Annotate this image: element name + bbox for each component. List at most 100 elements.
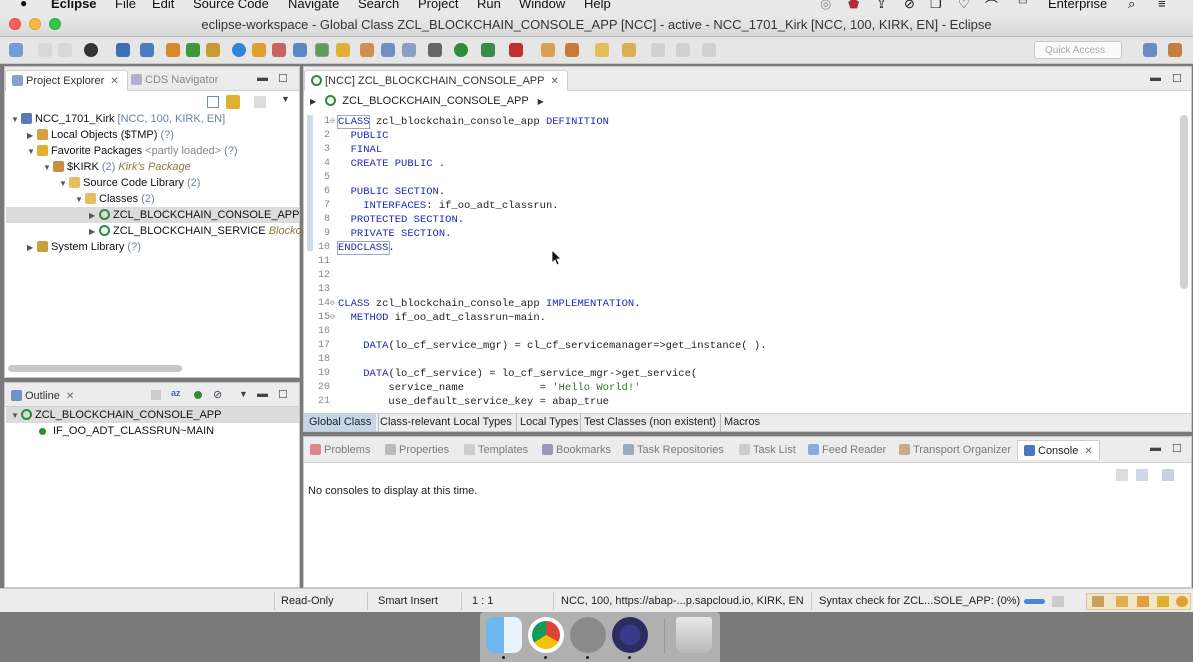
- tree-item-favorite-packages[interactable]: ▼ Favorite Packages <partly loaded> (?): [27, 143, 238, 159]
- code-line[interactable]: 15 ⊖ METHOD if_oo_adt_classrun~main.: [304, 311, 1177, 325]
- external-tools-icon[interactable]: [509, 43, 523, 57]
- block-icon[interactable]: ⊘: [904, 0, 915, 12]
- tab-test-classes[interactable]: Test Classes (non existent): [580, 414, 721, 431]
- code-line[interactable]: 12: [304, 269, 1177, 283]
- editor-breadcrumb[interactable]: ▶ ZCL_BLOCKCHAIN_CONSOLE_APP ▶: [310, 95, 544, 111]
- abap-project-icon[interactable]: [166, 43, 180, 57]
- twisty-open-icon[interactable]: ▼: [27, 144, 37, 160]
- tab-local-types[interactable]: Local Types: [516, 414, 584, 431]
- tree-item-local-objects[interactable]: ▶ Local Objects ($TMP) (?): [27, 127, 174, 143]
- format-icon[interactable]: [360, 43, 374, 57]
- twisty-closed-icon[interactable]: ▶: [27, 240, 37, 256]
- close-icon[interactable]: ✕: [1084, 446, 1092, 457]
- menu-window[interactable]: Window: [519, 0, 565, 11]
- vertical-scrollbar[interactable]: [1180, 115, 1188, 289]
- tab-cds-navigator[interactable]: CDS Navigator: [125, 70, 226, 91]
- user-icon[interactable]: [84, 43, 98, 57]
- where-used-icon[interactable]: [293, 43, 307, 57]
- link-icon[interactable]: [151, 390, 161, 400]
- maximize-icon[interactable]: ☐: [278, 388, 288, 401]
- check-icon[interactable]: [232, 43, 246, 57]
- filter-icon[interactable]: [254, 96, 266, 108]
- trim-icon-4[interactable]: [1157, 596, 1169, 607]
- tab-outline[interactable]: Outline ✕: [5, 386, 82, 407]
- abap-perspective-icon[interactable]: [1168, 43, 1182, 57]
- twisty-closed-icon[interactable]: ▶: [89, 224, 99, 240]
- maximize-icon[interactable]: ☐: [1172, 72, 1182, 85]
- system-preferences-icon[interactable]: [570, 617, 606, 653]
- next-annotation-icon[interactable]: [565, 43, 579, 57]
- battery-icon[interactable]: ▭: [1018, 0, 1027, 7]
- code-line[interactable]: 8 PROTECTED SECTION.: [304, 213, 1177, 227]
- trim-icon-3[interactable]: [1137, 596, 1149, 607]
- save-icon[interactable]: [38, 43, 52, 57]
- code-editor[interactable]: 1 ⊖ CLASS zcl_blockchain_console_app DEFIN…: [304, 115, 1177, 415]
- maximize-icon[interactable]: ☐: [278, 72, 288, 85]
- minimize-icon[interactable]: ▬: [1150, 442, 1161, 454]
- code-line[interactable]: 9 PRIVATE SECTION.: [304, 227, 1177, 241]
- code-line[interactable]: 16: [304, 325, 1177, 339]
- outline-item-class[interactable]: ▼ ZCL_BLOCKCHAIN_CONSOLE_APP: [11, 407, 221, 423]
- eclipse-icon[interactable]: [612, 617, 648, 653]
- upload-icon[interactable]: ⇪: [876, 0, 887, 12]
- outline-toggle-icon[interactable]: [381, 43, 395, 57]
- view-menu-icon[interactable]: ▼: [239, 389, 248, 399]
- next-icon[interactable]: [702, 43, 716, 57]
- twisty-closed-icon[interactable]: ▶: [89, 208, 99, 224]
- sort-az-icon[interactable]: az: [171, 388, 181, 398]
- code-line[interactable]: 3 FINAL: [304, 143, 1177, 157]
- code-line[interactable]: 6 PUBLIC SECTION.: [304, 185, 1177, 199]
- tree-item-source-code-library[interactable]: ▼ Source Code Library (2): [59, 175, 200, 191]
- forward-icon[interactable]: [676, 43, 690, 57]
- view-menu-icon[interactable]: ▼: [281, 94, 290, 104]
- twisty-open-icon[interactable]: ▼: [43, 160, 53, 176]
- shield-icon[interactable]: ⬟: [848, 0, 859, 12]
- fold-toggle-icon[interactable]: ⊖: [330, 297, 335, 311]
- save-all-icon[interactable]: [58, 43, 72, 57]
- code-line[interactable]: 5: [304, 171, 1177, 185]
- twisty-open-icon[interactable]: ▼: [75, 192, 85, 208]
- pin-console-icon[interactable]: [1116, 469, 1128, 481]
- code-line[interactable]: 17 DATA(lo_cf_service_mgr) = cl_cf_servi…: [304, 339, 1177, 353]
- hide-fields-icon[interactable]: [194, 391, 202, 399]
- menu-navigate[interactable]: Navigate: [288, 0, 339, 11]
- tree-item-classes[interactable]: ▼ Classes (2): [75, 191, 155, 207]
- tab-class-relevant-local-types[interactable]: Class-relevant Local Types: [378, 414, 517, 431]
- trim-icon-5[interactable]: [1176, 596, 1188, 607]
- menu-help[interactable]: Help: [584, 0, 611, 11]
- tab-macros[interactable]: Macros: [720, 414, 765, 431]
- twisty-open-icon[interactable]: ▼: [59, 176, 69, 192]
- tab-feed-reader[interactable]: Feed Reader: [802, 440, 892, 460]
- open-abap-object-icon[interactable]: [116, 43, 130, 57]
- open-perspective-icon[interactable]: [1143, 43, 1157, 57]
- search-abap-icon[interactable]: [140, 43, 154, 57]
- code-line[interactable]: 2 PUBLIC: [304, 129, 1177, 143]
- tree-item-project[interactable]: ▼ NCC_1701_Kirk [NCC, 100, KIRK, EN]: [11, 111, 225, 127]
- open-console-icon[interactable]: [1162, 469, 1174, 481]
- code-line[interactable]: 11: [304, 255, 1177, 269]
- menu-enterprise[interactable]: Enterprise: [1048, 0, 1107, 11]
- tab-properties[interactable]: Properties: [379, 440, 455, 460]
- code-line[interactable]: 1 ⊖ CLASS zcl_blockchain_console_app DEFIN…: [304, 115, 1177, 129]
- back-icon[interactable]: [651, 43, 665, 57]
- pin-icon[interactable]: [595, 43, 609, 57]
- hide-nonpublic-icon[interactable]: ⊘: [213, 388, 222, 401]
- heart-icon[interactable]: ♡: [958, 0, 970, 12]
- menu-run[interactable]: Run: [477, 0, 501, 11]
- tab-bookmarks[interactable]: Bookmarks: [536, 440, 617, 460]
- twisty-open-icon[interactable]: ▼: [11, 408, 21, 424]
- activate-all-icon[interactable]: [272, 43, 286, 57]
- code-line[interactable]: 13: [304, 283, 1177, 297]
- transport-icon[interactable]: [206, 43, 220, 57]
- trim-icon-1[interactable]: [1092, 596, 1104, 607]
- package-icon[interactable]: [186, 43, 200, 57]
- tab-problems[interactable]: Problems: [304, 440, 376, 460]
- code-line[interactable]: 20 service_name = 'Hello World!': [304, 381, 1177, 395]
- activate-icon[interactable]: [252, 43, 266, 57]
- spotlight-icon[interactable]: ⌕: [1128, 0, 1135, 12]
- tree-item-system-library[interactable]: ▶ System Library (?): [27, 239, 141, 255]
- minimize-icon[interactable]: ▬: [257, 72, 268, 84]
- close-icon[interactable]: ✕: [550, 76, 558, 87]
- last-edit-icon[interactable]: [622, 43, 636, 57]
- outline-item-method[interactable]: IF_OO_ADT_CLASSRUN~MAIN: [39, 423, 214, 439]
